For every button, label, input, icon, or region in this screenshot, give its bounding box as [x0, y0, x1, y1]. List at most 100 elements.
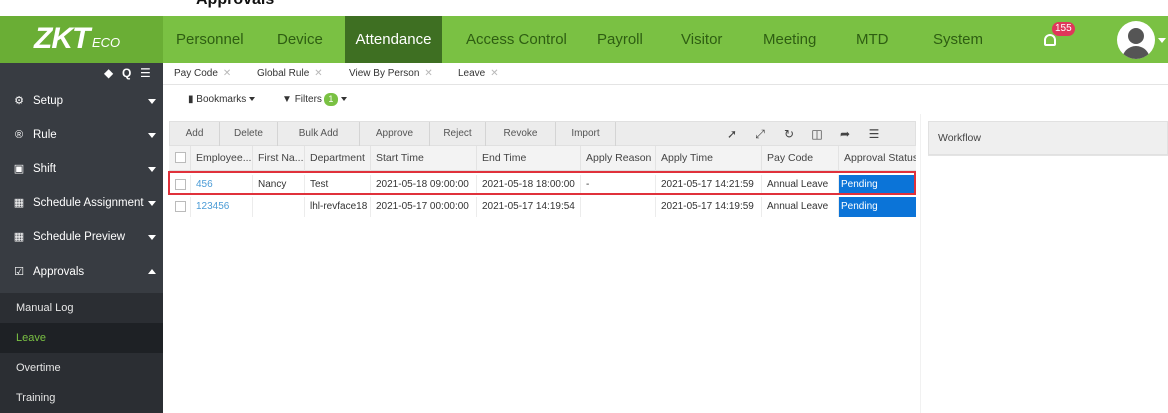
close-icon[interactable]: ✕ — [490, 68, 498, 79]
calendar-grid-icon: ▦ — [13, 197, 25, 209]
sidebar-item-rule[interactable]: ® Rule — [0, 120, 163, 151]
sidebar-subitem-leave[interactable]: Leave — [0, 323, 163, 353]
sidebar-subitem-manual-log[interactable]: Manual Log — [0, 293, 163, 323]
filters-dropdown[interactable]: ▼ Filters 1 — [282, 86, 347, 114]
tag-icon[interactable]: ◆ — [104, 67, 113, 79]
tab-global-rule[interactable]: Global Rule ✕ — [257, 63, 323, 85]
first-name-cell — [253, 197, 305, 217]
tab-label: View By Person — [349, 68, 420, 79]
tab-view-by-person[interactable]: View By Person ✕ — [349, 63, 433, 85]
sidebar-item-schedule-preview[interactable]: ▦ Schedule Preview — [0, 222, 163, 253]
col-first-name[interactable]: First Na... — [253, 146, 305, 171]
close-icon[interactable]: ✕ — [314, 68, 322, 79]
magic-wand-icon[interactable]: ➚ — [725, 126, 739, 142]
col-pay-code[interactable]: Pay Code — [762, 146, 839, 171]
filter-icon: ▼ — [282, 94, 292, 105]
chevron-down-icon — [148, 133, 156, 138]
filters-label: Filters — [294, 94, 322, 105]
department-cell: lhl-revface18 — [305, 197, 371, 217]
gear-icon: ⚙ — [14, 95, 24, 107]
approve-button[interactable]: Approve — [360, 122, 430, 146]
sidebar: ◆ Q ☰ ⚙ Setup ® Rule ▣ Shift ▦ Schedule … — [0, 63, 163, 413]
chevron-down-icon — [148, 201, 156, 206]
user-avatar[interactable] — [1117, 21, 1155, 59]
refresh-icon[interactable]: ↻ — [782, 126, 796, 142]
chevron-down-icon — [249, 97, 256, 102]
employee-id-link[interactable]: 123456 — [191, 197, 253, 217]
row-checkbox[interactable] — [175, 201, 186, 212]
sidebar-item-label: Rule — [33, 129, 57, 141]
chevron-down-icon — [340, 97, 347, 102]
col-employee-id[interactable]: Employee... — [191, 146, 253, 171]
tab-label: Global Rule — [257, 68, 310, 79]
notification-button[interactable]: 155 — [1040, 22, 1080, 56]
calendar-icon: ▣ — [13, 163, 25, 175]
col-department[interactable]: Department — [305, 146, 371, 171]
bulk-add-button[interactable]: Bulk Add — [278, 122, 360, 146]
nav-mtd[interactable]: MTD — [856, 16, 889, 63]
chevron-down-icon — [148, 235, 156, 240]
page-caption: Approvals — [0, 0, 1168, 16]
list-icon[interactable]: ☰ — [140, 67, 151, 79]
sidebar-subitem-training[interactable]: Training — [0, 383, 163, 413]
search-icon[interactable]: Q — [122, 67, 131, 79]
tab-label: Pay Code — [174, 68, 218, 79]
revoke-button[interactable]: Revoke — [486, 122, 556, 146]
workflow-panel-rule — [928, 155, 1168, 156]
sidebar-item-label: Schedule Assignment — [33, 197, 144, 209]
tab-pay-code[interactable]: Pay Code ✕ — [174, 63, 231, 85]
apply-time-cell: 2021-05-17 14:19:59 — [656, 197, 762, 217]
nav-payroll[interactable]: Payroll — [597, 16, 643, 63]
sidebar-item-setup[interactable]: ⚙ Setup — [0, 86, 163, 117]
row-select-cell — [169, 197, 191, 217]
import-button[interactable]: Import — [556, 122, 616, 146]
delete-button[interactable]: Delete — [220, 122, 278, 146]
col-apply-time[interactable]: Apply Time — [656, 146, 762, 171]
tab-leave[interactable]: Leave ✕ — [458, 63, 499, 85]
select-all-checkbox[interactable] — [175, 152, 186, 163]
col-end-time[interactable]: End Time — [477, 146, 581, 171]
user-menu-caret-icon[interactable] — [1158, 38, 1166, 43]
select-all-cell — [169, 146, 191, 171]
reject-button[interactable]: Reject — [430, 122, 486, 146]
add-button[interactable]: Add — [170, 122, 220, 146]
nav-access-control[interactable]: Access Control — [466, 16, 567, 63]
logo-text: ZKT — [34, 22, 90, 55]
sidebar-subitem-overtime[interactable]: Overtime — [0, 353, 163, 383]
nav-system[interactable]: System — [933, 16, 983, 63]
sidebar-item-approvals[interactable]: ☑ Approvals — [0, 257, 163, 288]
settings-sliders-icon[interactable]: ☰ — [867, 126, 881, 142]
col-start-time[interactable]: Start Time — [371, 146, 477, 171]
bookmarks-dropdown[interactable]: ▮ Bookmarks — [188, 86, 256, 114]
col-apply-reason[interactable]: Apply Reason — [581, 146, 656, 171]
nav-device[interactable]: Device — [277, 16, 323, 63]
nav-attendance[interactable]: Attendance — [345, 16, 442, 63]
nav-visitor[interactable]: Visitor — [681, 16, 722, 63]
zkteco-logo[interactable]: ZKT ECO — [0, 16, 163, 63]
sidebar-toolbar: ◆ Q ☰ — [0, 63, 163, 85]
filter-bar: ▮ Bookmarks ▼ Filters 1 — [163, 86, 1168, 114]
table-row[interactable]: 123456 lhl-revface18 2021-05-17 00:00:00… — [169, 197, 916, 217]
grid-toolbar: Add Delete Bulk Add Approve Reject Revok… — [169, 121, 916, 146]
close-icon[interactable]: ✕ — [223, 68, 231, 79]
chevron-down-icon — [148, 167, 156, 172]
expand-icon[interactable]: ⤢ — [753, 126, 767, 142]
sidebar-item-schedule-assignment[interactable]: ▦ Schedule Assignment — [0, 188, 163, 219]
close-icon[interactable]: ✕ — [424, 68, 432, 79]
workflow-panel-header: Workflow — [928, 121, 1168, 155]
calendar-grid-icon: ▦ — [13, 231, 25, 243]
share-icon[interactable]: ➦ — [838, 126, 852, 142]
notification-badge: 155 — [1052, 22, 1075, 36]
sidebar-item-shift[interactable]: ▣ Shift — [0, 154, 163, 185]
nav-personnel[interactable]: Personnel — [176, 16, 244, 63]
col-approval-status[interactable]: Approval Status — [839, 146, 916, 171]
columns-icon[interactable]: ◫ — [810, 126, 824, 142]
check-square-icon: ☑ — [14, 266, 24, 278]
start-time-cell: 2021-05-17 00:00:00 — [371, 197, 477, 217]
top-navigation-bar: ZKT ECO Personnel Device Attendance Acce… — [0, 16, 1168, 63]
nav-meeting[interactable]: Meeting — [763, 16, 816, 63]
row-highlight-box — [168, 171, 916, 195]
approval-status-badge: Pending — [839, 197, 916, 217]
filter-count-badge: 1 — [323, 93, 338, 106]
end-time-cell: 2021-05-17 14:19:54 — [477, 197, 581, 217]
